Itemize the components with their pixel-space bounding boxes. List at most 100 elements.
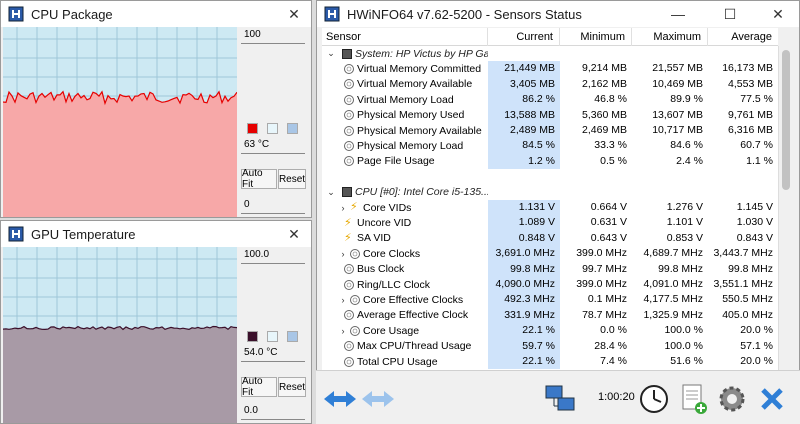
- gpu-titlebar[interactable]: GPU Temperature ✕: [1, 221, 311, 247]
- gpu-bg-color-swatch[interactable]: [287, 331, 298, 342]
- voltage-bolt-icon: ⚡: [344, 231, 352, 244]
- graph-area-fill: [3, 326, 237, 423]
- table-row[interactable]: Physical Memory Load 84.5 % 33.3 % 84.6 % 60…: [322, 138, 778, 154]
- sensor-gauge-icon: [350, 325, 360, 336]
- close-icon[interactable]: ✕: [761, 1, 795, 27]
- average-value: 1.145 V: [736, 201, 773, 213]
- minimum-value: 2,469 MB: [582, 124, 627, 136]
- table-row[interactable]: › ⚡ Core VIDs 1.131 V 0.664 V 1.276 V 1.145 V: [322, 200, 778, 216]
- sensors-titlebar[interactable]: HWiNFO64 v7.62-5200 - Sensors Status — ☐…: [317, 1, 799, 27]
- table-row[interactable]: Max CPU/Thread Usage 59.7 % 28.4 % 100.0 % 5…: [322, 338, 778, 354]
- scrollbar-thumb[interactable]: [782, 50, 790, 190]
- table-row[interactable]: Virtual Memory Committed 21,449 MB 9,214 M…: [322, 61, 778, 77]
- sensor-name-cell: ⌄ CPU [#0]: Intel Core i5-135...: [322, 185, 488, 200]
- sensor-name-cell: › Core Usage: [322, 323, 488, 338]
- sensor-name-cell: › ⚡ Core VIDs: [322, 200, 488, 215]
- column-header-sensor[interactable]: Sensor: [322, 27, 488, 46]
- maximize-icon[interactable]: ☐: [713, 1, 747, 27]
- cpu-autofit-button[interactable]: Auto Fit: [241, 168, 277, 190]
- close-icon[interactable]: ✕: [277, 221, 311, 247]
- sensor-label: Physical Memory Available: [357, 124, 482, 137]
- chip-icon: [342, 187, 352, 198]
- expand-chevron-icon[interactable]: ›: [338, 249, 348, 259]
- gpu-line-color-swatch[interactable]: [247, 331, 258, 342]
- expand-chevron-icon[interactable]: ›: [338, 326, 348, 336]
- maximum-value: 51.6 %: [670, 355, 703, 367]
- sensor-group-row[interactable]: ⌄ CPU [#0]: Intel Core i5-135...: [322, 185, 778, 200]
- maximum-value: 1.276 V: [666, 201, 703, 213]
- sensor-group-row[interactable]: ⌄ System: HP Victus by HP Ga...: [322, 46, 778, 61]
- maximum-value: 10,717 MB: [652, 124, 703, 136]
- table-row[interactable]: › Core Effective Clocks 492.3 MHz 0.1 MHz 4,…: [322, 292, 778, 308]
- sensor-gauge-icon: [344, 356, 354, 367]
- table-row[interactable]: Physical Memory Available 2,489 MB 2,469 M…: [322, 123, 778, 139]
- column-header-current[interactable]: Current: [488, 27, 560, 46]
- close-sensors-icon[interactable]: [754, 381, 790, 417]
- cpu-max-label: 100: [241, 29, 305, 44]
- cpu-line-color-swatch[interactable]: [247, 123, 258, 134]
- average-value: 550.5 MHz: [722, 293, 773, 306]
- table-row[interactable]: Total CPU Usage 22.1 % 7.4 % 51.6 % 20.0 %: [322, 354, 778, 370]
- average-value: 9,761 MB: [728, 108, 773, 121]
- sensor-label: CPU [#0]: Intel Core i5-135...: [355, 186, 488, 199]
- gpu-autofit-button[interactable]: Auto Fit: [241, 376, 277, 398]
- voltage-bolt-icon: ⚡: [344, 216, 352, 229]
- table-row[interactable]: Page File Usage 1.2 % 0.5 % 2.4 % 1.1 %: [322, 153, 778, 170]
- network-icon[interactable]: [542, 381, 578, 417]
- clock-icon[interactable]: [636, 381, 672, 417]
- minimum-value: 0.631 V: [590, 216, 627, 229]
- table-row[interactable]: Virtual Memory Load 86.2 % 46.8 % 89.9 % 77.…: [322, 92, 778, 108]
- add-report-icon[interactable]: [676, 381, 712, 417]
- cpu-fill-color-swatch[interactable]: [267, 123, 278, 134]
- table-row[interactable]: ⚡ SA VID 0.848 V 0.643 V 0.853 V 0.843 V: [322, 230, 778, 247]
- hwinfo-app-icon: [8, 226, 24, 242]
- table-row[interactable]: Virtual Memory Available 3,405 MB 2,162 MB…: [322, 76, 778, 93]
- nav-arrows-disabled-icon[interactable]: [360, 381, 396, 417]
- table-row[interactable]: ⚡ Uncore VID 1.089 V 0.631 V 1.101 V 1.030 V: [322, 215, 778, 231]
- table-row[interactable]: › Core Usage 22.1 % 0.0 % 100.0 % 20.0 %: [322, 323, 778, 339]
- sensor-name-cell: Ring/LLC Clock: [322, 277, 488, 292]
- table-row[interactable]: › Core Clocks 3,691.0 MHz 399.0 MHz 4,689.7 …: [322, 246, 778, 262]
- nav-left-right-arrows-icon[interactable]: [322, 381, 358, 417]
- sensor-name-cell: Virtual Memory Available: [322, 77, 488, 92]
- current-value: 22.1 %: [488, 323, 560, 339]
- maximum-value: 0.853 V: [666, 231, 703, 244]
- table-row[interactable]: Bus Clock 99.8 MHz 99.7 MHz 99.8 MHz 99.8 MH…: [322, 261, 778, 277]
- gpu-fill-color-swatch[interactable]: [267, 331, 278, 342]
- close-icon[interactable]: ✕: [277, 1, 311, 27]
- cpu-graph-svg: [3, 27, 237, 217]
- cpu-reset-button[interactable]: Reset: [278, 169, 306, 189]
- collapse-chevron-icon[interactable]: ⌄: [326, 48, 336, 59]
- column-header-average[interactable]: Average: [708, 28, 778, 46]
- expand-chevron-icon[interactable]: ›: [338, 295, 348, 305]
- average-value: 60.7 %: [740, 139, 773, 152]
- collapse-chevron-icon[interactable]: ⌄: [326, 187, 336, 198]
- sensor-gauge-icon: [344, 264, 354, 275]
- minimum-value: 2,162 MB: [582, 77, 627, 90]
- vertical-scrollbar[interactable]: [778, 46, 794, 370]
- average-value: 57.1 %: [740, 339, 773, 352]
- gpu-graph-svg: [3, 247, 237, 423]
- column-header-maximum[interactable]: Maximum: [632, 27, 708, 46]
- cpu-min-label: 0: [241, 199, 305, 214]
- table-row[interactable]: Physical Memory Used 13,588 MB 5,360 MB 13,…: [322, 107, 778, 123]
- current-value: 59.7 %: [488, 338, 560, 354]
- elapsed-timer: 1:00:20: [598, 391, 635, 403]
- cpu-package-window: CPU Package ✕ 100 63 °C Auto Fit Reset 0: [0, 0, 312, 218]
- table-row[interactable]: Ring/LLC Clock 4,090.0 MHz 399.0 MHz 4,091.…: [322, 277, 778, 293]
- cpu-bg-color-swatch[interactable]: [287, 123, 298, 134]
- minimum-value: 78.7 MHz: [582, 308, 627, 321]
- gear-icon[interactable]: [714, 381, 750, 417]
- gpu-reset-button[interactable]: Reset: [278, 377, 306, 397]
- sensor-gauge-icon: [344, 310, 354, 321]
- expand-chevron-icon[interactable]: ›: [338, 203, 348, 213]
- column-header-minimum[interactable]: Minimum: [560, 27, 632, 46]
- minimum-value: 0.0 %: [600, 324, 627, 337]
- table-row[interactable]: Average Effective Clock 331.9 MHz 78.7 MHz…: [322, 307, 778, 324]
- minimize-icon[interactable]: —: [661, 1, 695, 27]
- current-value: 99.8 MHz: [488, 261, 560, 277]
- cpu-titlebar[interactable]: CPU Package ✕: [1, 1, 311, 27]
- sensor-label: System: HP Victus by HP Ga...: [355, 47, 488, 60]
- maximum-value: 1.101 V: [666, 216, 703, 229]
- sensor-label: Physical Memory Load: [357, 140, 464, 153]
